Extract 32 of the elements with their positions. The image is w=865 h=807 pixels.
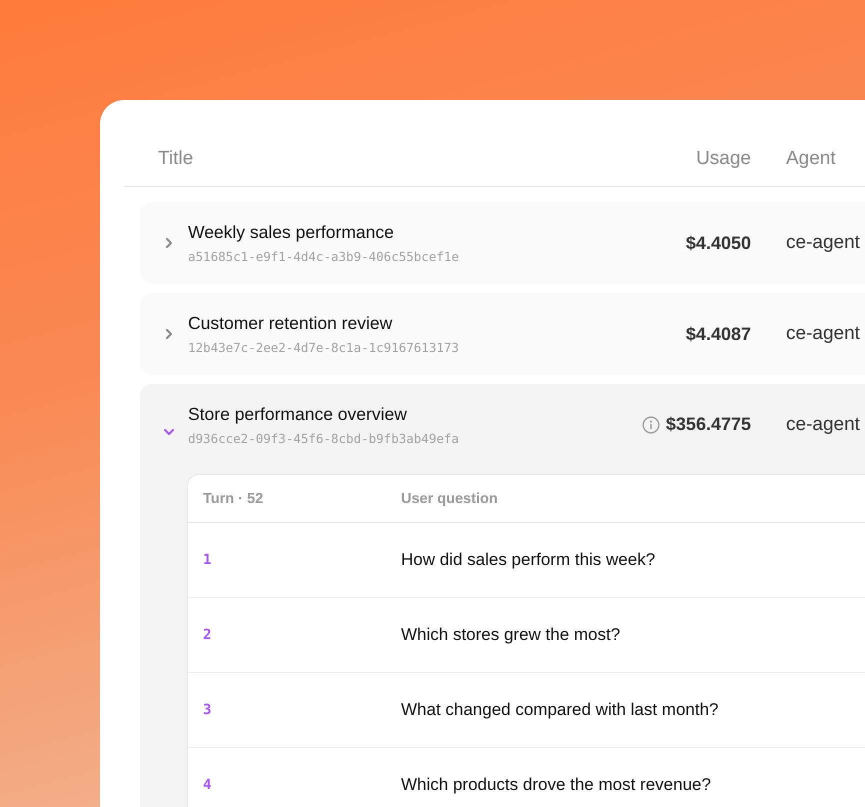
usage-value: $356.4775 xyxy=(666,414,751,435)
agent-name: ce-agent xyxy=(786,414,861,436)
turn-number: 4 xyxy=(203,777,212,793)
table-row[interactable] xyxy=(140,384,865,807)
usage-value: $4.4087 xyxy=(686,324,751,344)
row-id: a51685c1-e9f1-4d4c-a3b9-406c55bcef1e xyxy=(188,249,459,264)
row-title: Weekly sales performance xyxy=(188,222,394,243)
turn-number: 2 xyxy=(203,627,212,643)
agent-name: ce-agent xyxy=(786,232,861,254)
question-header: User question xyxy=(401,490,499,506)
user-question: Which stores grew the most? xyxy=(401,625,622,645)
turn-number: 3 xyxy=(203,702,212,718)
row-id: 12b43e7c-2ee2-4d7e-8c1a-1c9167613173 xyxy=(188,340,459,355)
chevron-right-icon[interactable] xyxy=(163,328,175,340)
user-question: What changed compared with last month? xyxy=(401,700,720,720)
chevron-right-icon[interactable] xyxy=(163,237,175,249)
usage-value: $4.4050 xyxy=(686,232,751,254)
turn-number: 1 xyxy=(203,552,212,568)
row-title: Store performance overview xyxy=(188,404,407,425)
chevron-down-icon[interactable] xyxy=(163,426,175,438)
title-header[interactable]: Title xyxy=(158,148,662,170)
table-row[interactable]: Customer retention review 12b43e7c-2ee2-4d7e-8c1a-1c9167613173 $4.4087 ce-agent xyxy=(140,293,865,375)
row-title: Customer retention review xyxy=(188,313,392,334)
turn-header: Turn · 52 xyxy=(203,490,264,506)
info-icon[interactable] xyxy=(642,416,660,434)
user-question: How did sales perform this week? xyxy=(401,550,656,570)
row-id: d936cce2-09f3-45f6-8cbd-b9fb3ab49efa xyxy=(188,431,459,446)
agent-name: ce-agent xyxy=(786,323,861,345)
user-question: Which products drove the most revenue? xyxy=(401,775,712,795)
agent-header[interactable]: Agent xyxy=(786,148,865,170)
table-row[interactable]: Weekly sales performance a51685c1-e9f1-4d4c-a3b9-406c55bcef1e $4.4050 ce-agent xyxy=(140,202,865,284)
usage-header[interactable]: Usage xyxy=(696,148,751,170)
